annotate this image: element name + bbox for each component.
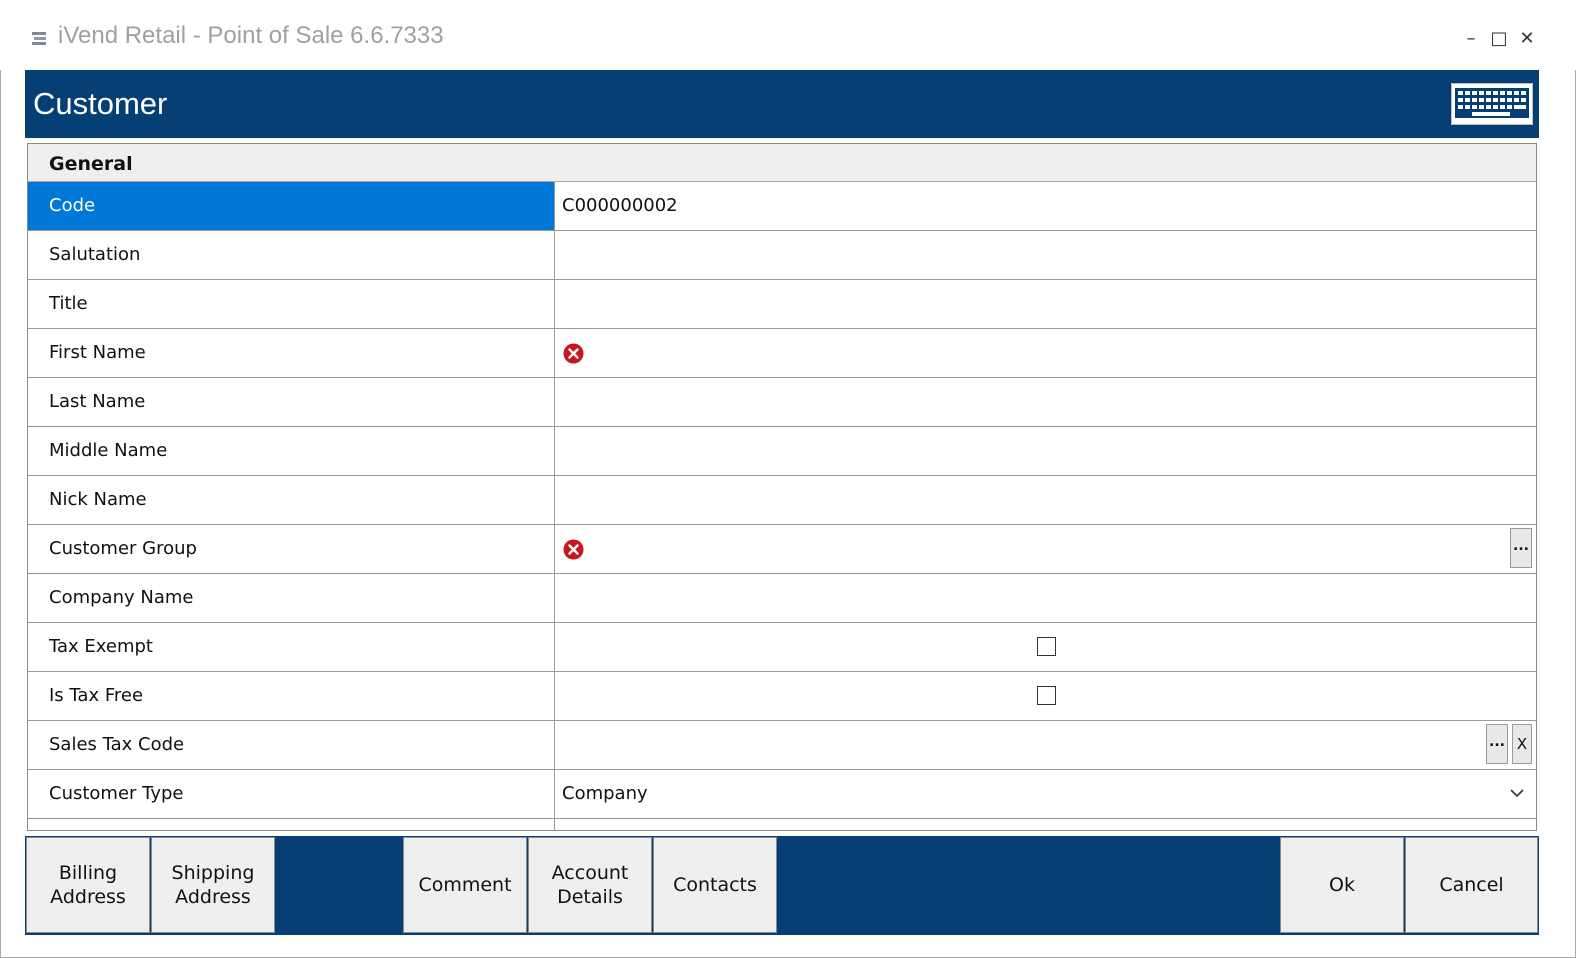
is-tax-free-checkbox[interactable] xyxy=(1037,686,1056,705)
row-customer-group[interactable]: Customer Group ... xyxy=(28,525,1536,574)
app-icon xyxy=(32,32,46,45)
customer-group-field[interactable]: ... xyxy=(556,525,1536,573)
row-nick-name[interactable]: Nick Name xyxy=(28,476,1536,525)
row-label: Tax Exempt xyxy=(28,623,555,671)
minimize-button[interactable]: – xyxy=(1458,26,1484,52)
error-icon xyxy=(563,343,584,364)
first-name-field[interactable] xyxy=(556,329,1536,377)
row-label: Customer Group xyxy=(28,525,555,573)
row-label: Salutation xyxy=(28,231,555,279)
nick-name-field[interactable] xyxy=(556,476,1536,524)
row-label: Middle Name xyxy=(28,427,555,475)
row-label xyxy=(28,819,555,830)
row-salutation[interactable]: Salutation xyxy=(28,231,1536,280)
code-field[interactable]: C000000002 xyxy=(556,182,1536,230)
row-label: Company Name xyxy=(28,574,555,622)
title-field[interactable] xyxy=(556,280,1536,328)
row-partial xyxy=(28,819,1536,830)
property-grid: General Code C000000002 Salutation Title… xyxy=(27,143,1537,831)
middle-name-field[interactable] xyxy=(556,427,1536,475)
error-icon xyxy=(563,539,584,560)
billing-address-button[interactable]: Billing Address xyxy=(26,837,150,933)
sales-tax-code-lookup-button[interactable]: ... xyxy=(1486,724,1508,764)
row-label: Title xyxy=(28,280,555,328)
sales-tax-code-field[interactable]: ... X xyxy=(556,721,1536,769)
close-button[interactable]: ✕ xyxy=(1514,26,1540,52)
row-company-name[interactable]: Company Name xyxy=(28,574,1536,623)
tax-exempt-checkbox[interactable] xyxy=(1037,637,1056,656)
keyboard-button[interactable] xyxy=(1451,83,1533,125)
row-label: Is Tax Free xyxy=(28,672,555,720)
window-title: iVend Retail - Point of Sale 6.6.7333 xyxy=(58,22,444,49)
row-sales-tax-code[interactable]: Sales Tax Code ... X xyxy=(28,721,1536,770)
sales-tax-code-clear-button[interactable]: X xyxy=(1512,724,1532,764)
row-code[interactable]: Code C000000002 xyxy=(28,182,1536,231)
customer-type-select[interactable]: Company xyxy=(556,770,1536,818)
comment-button[interactable]: Comment xyxy=(403,837,527,933)
cancel-button[interactable]: Cancel xyxy=(1405,837,1538,933)
is-tax-free-cell xyxy=(556,672,1536,720)
row-label: Last Name xyxy=(28,378,555,426)
row-customer-type[interactable]: Customer Type Company xyxy=(28,770,1536,819)
footer-toolbar: Billing Address Shipping Address Comment… xyxy=(25,836,1539,935)
section-label: General xyxy=(49,153,133,175)
title-bar: iVend Retail - Point of Sale 6.6.7333 – … xyxy=(0,0,1576,70)
row-is-tax-free[interactable]: Is Tax Free xyxy=(28,672,1536,721)
row-title[interactable]: Title xyxy=(28,280,1536,329)
company-name-field[interactable] xyxy=(556,574,1536,622)
maximize-button[interactable]: □ xyxy=(1486,26,1512,52)
row-middle-name[interactable]: Middle Name xyxy=(28,427,1536,476)
row-label: Code xyxy=(28,182,555,230)
customer-group-lookup-button[interactable]: ... xyxy=(1510,528,1532,568)
dialog-header: Customer xyxy=(25,70,1539,138)
row-label: Customer Type xyxy=(28,770,555,818)
row-label: Nick Name xyxy=(28,476,555,524)
account-details-button[interactable]: Account Details xyxy=(528,837,652,933)
contacts-button[interactable]: Contacts xyxy=(653,837,777,933)
section-general[interactable]: General xyxy=(28,144,1536,182)
page-title: Customer xyxy=(33,86,168,121)
row-tax-exempt[interactable]: Tax Exempt xyxy=(28,623,1536,672)
ok-button[interactable]: Ok xyxy=(1280,837,1404,933)
shipping-address-button[interactable]: Shipping Address xyxy=(151,837,275,933)
last-name-field[interactable] xyxy=(556,378,1536,426)
keyboard-icon xyxy=(1455,88,1529,118)
row-first-name[interactable]: First Name xyxy=(28,329,1536,378)
chevron-down-icon[interactable] xyxy=(1508,784,1526,802)
salutation-field[interactable] xyxy=(556,231,1536,279)
row-last-name[interactable]: Last Name xyxy=(28,378,1536,427)
customer-type-value: Company xyxy=(562,783,648,804)
row-label: First Name xyxy=(28,329,555,377)
tax-exempt-cell xyxy=(556,623,1536,671)
row-label: Sales Tax Code xyxy=(28,721,555,769)
